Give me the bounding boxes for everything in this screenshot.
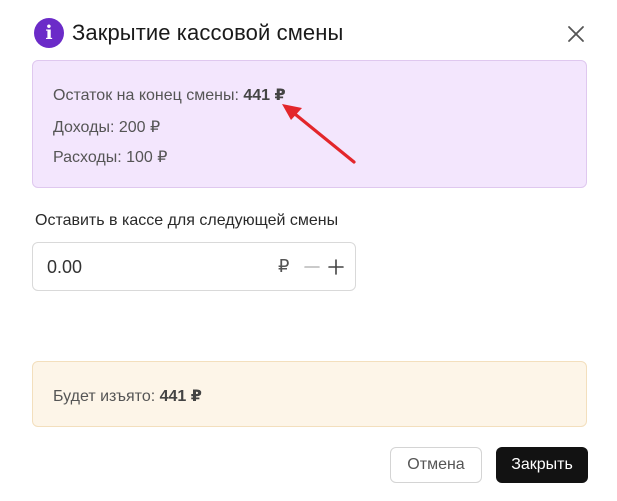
expenses-line: Расходы: 100 ₽ [53, 149, 168, 166]
plus-icon [328, 259, 344, 275]
keep-amount-field[interactable]: ₽ [32, 242, 356, 291]
close-shift-button[interactable]: Закрыть [496, 447, 588, 483]
dialog-title: Закрытие кассовой смены [72, 20, 344, 45]
withdrawal-line: Будет изъято: 441 ₽ [53, 386, 202, 406]
increment-button[interactable] [327, 256, 345, 278]
close-icon [568, 26, 584, 42]
decrement-button[interactable] [303, 256, 321, 278]
withdrawal-value: 441 ₽ [159, 388, 202, 405]
keep-amount-input[interactable] [47, 255, 247, 279]
info-icon: i [34, 18, 64, 48]
close-shift-dialog: i Закрытие кассовой смены Остаток на кон… [0, 0, 617, 501]
minus-icon [304, 266, 320, 268]
withdrawal-label: Будет изъято: [53, 388, 156, 405]
annotation-arrow-icon [282, 104, 356, 164]
ending-balance-label: Остаток на конец смены: [53, 87, 239, 104]
currency-sign: ₽ [278, 256, 290, 276]
ending-balance-line: Остаток на конец смены: 441 ₽ [53, 85, 286, 105]
cancel-button[interactable]: Отмена [390, 447, 482, 483]
income-line: Доходы: 200 ₽ [53, 119, 161, 136]
close-button[interactable] [562, 22, 590, 46]
withdrawal-panel: Будет изъято: 441 ₽ [32, 361, 587, 427]
keep-in-register-label: Оставить в кассе для следующей смены [35, 212, 339, 229]
dialog-header: i Закрытие кассовой смены [34, 16, 343, 50]
